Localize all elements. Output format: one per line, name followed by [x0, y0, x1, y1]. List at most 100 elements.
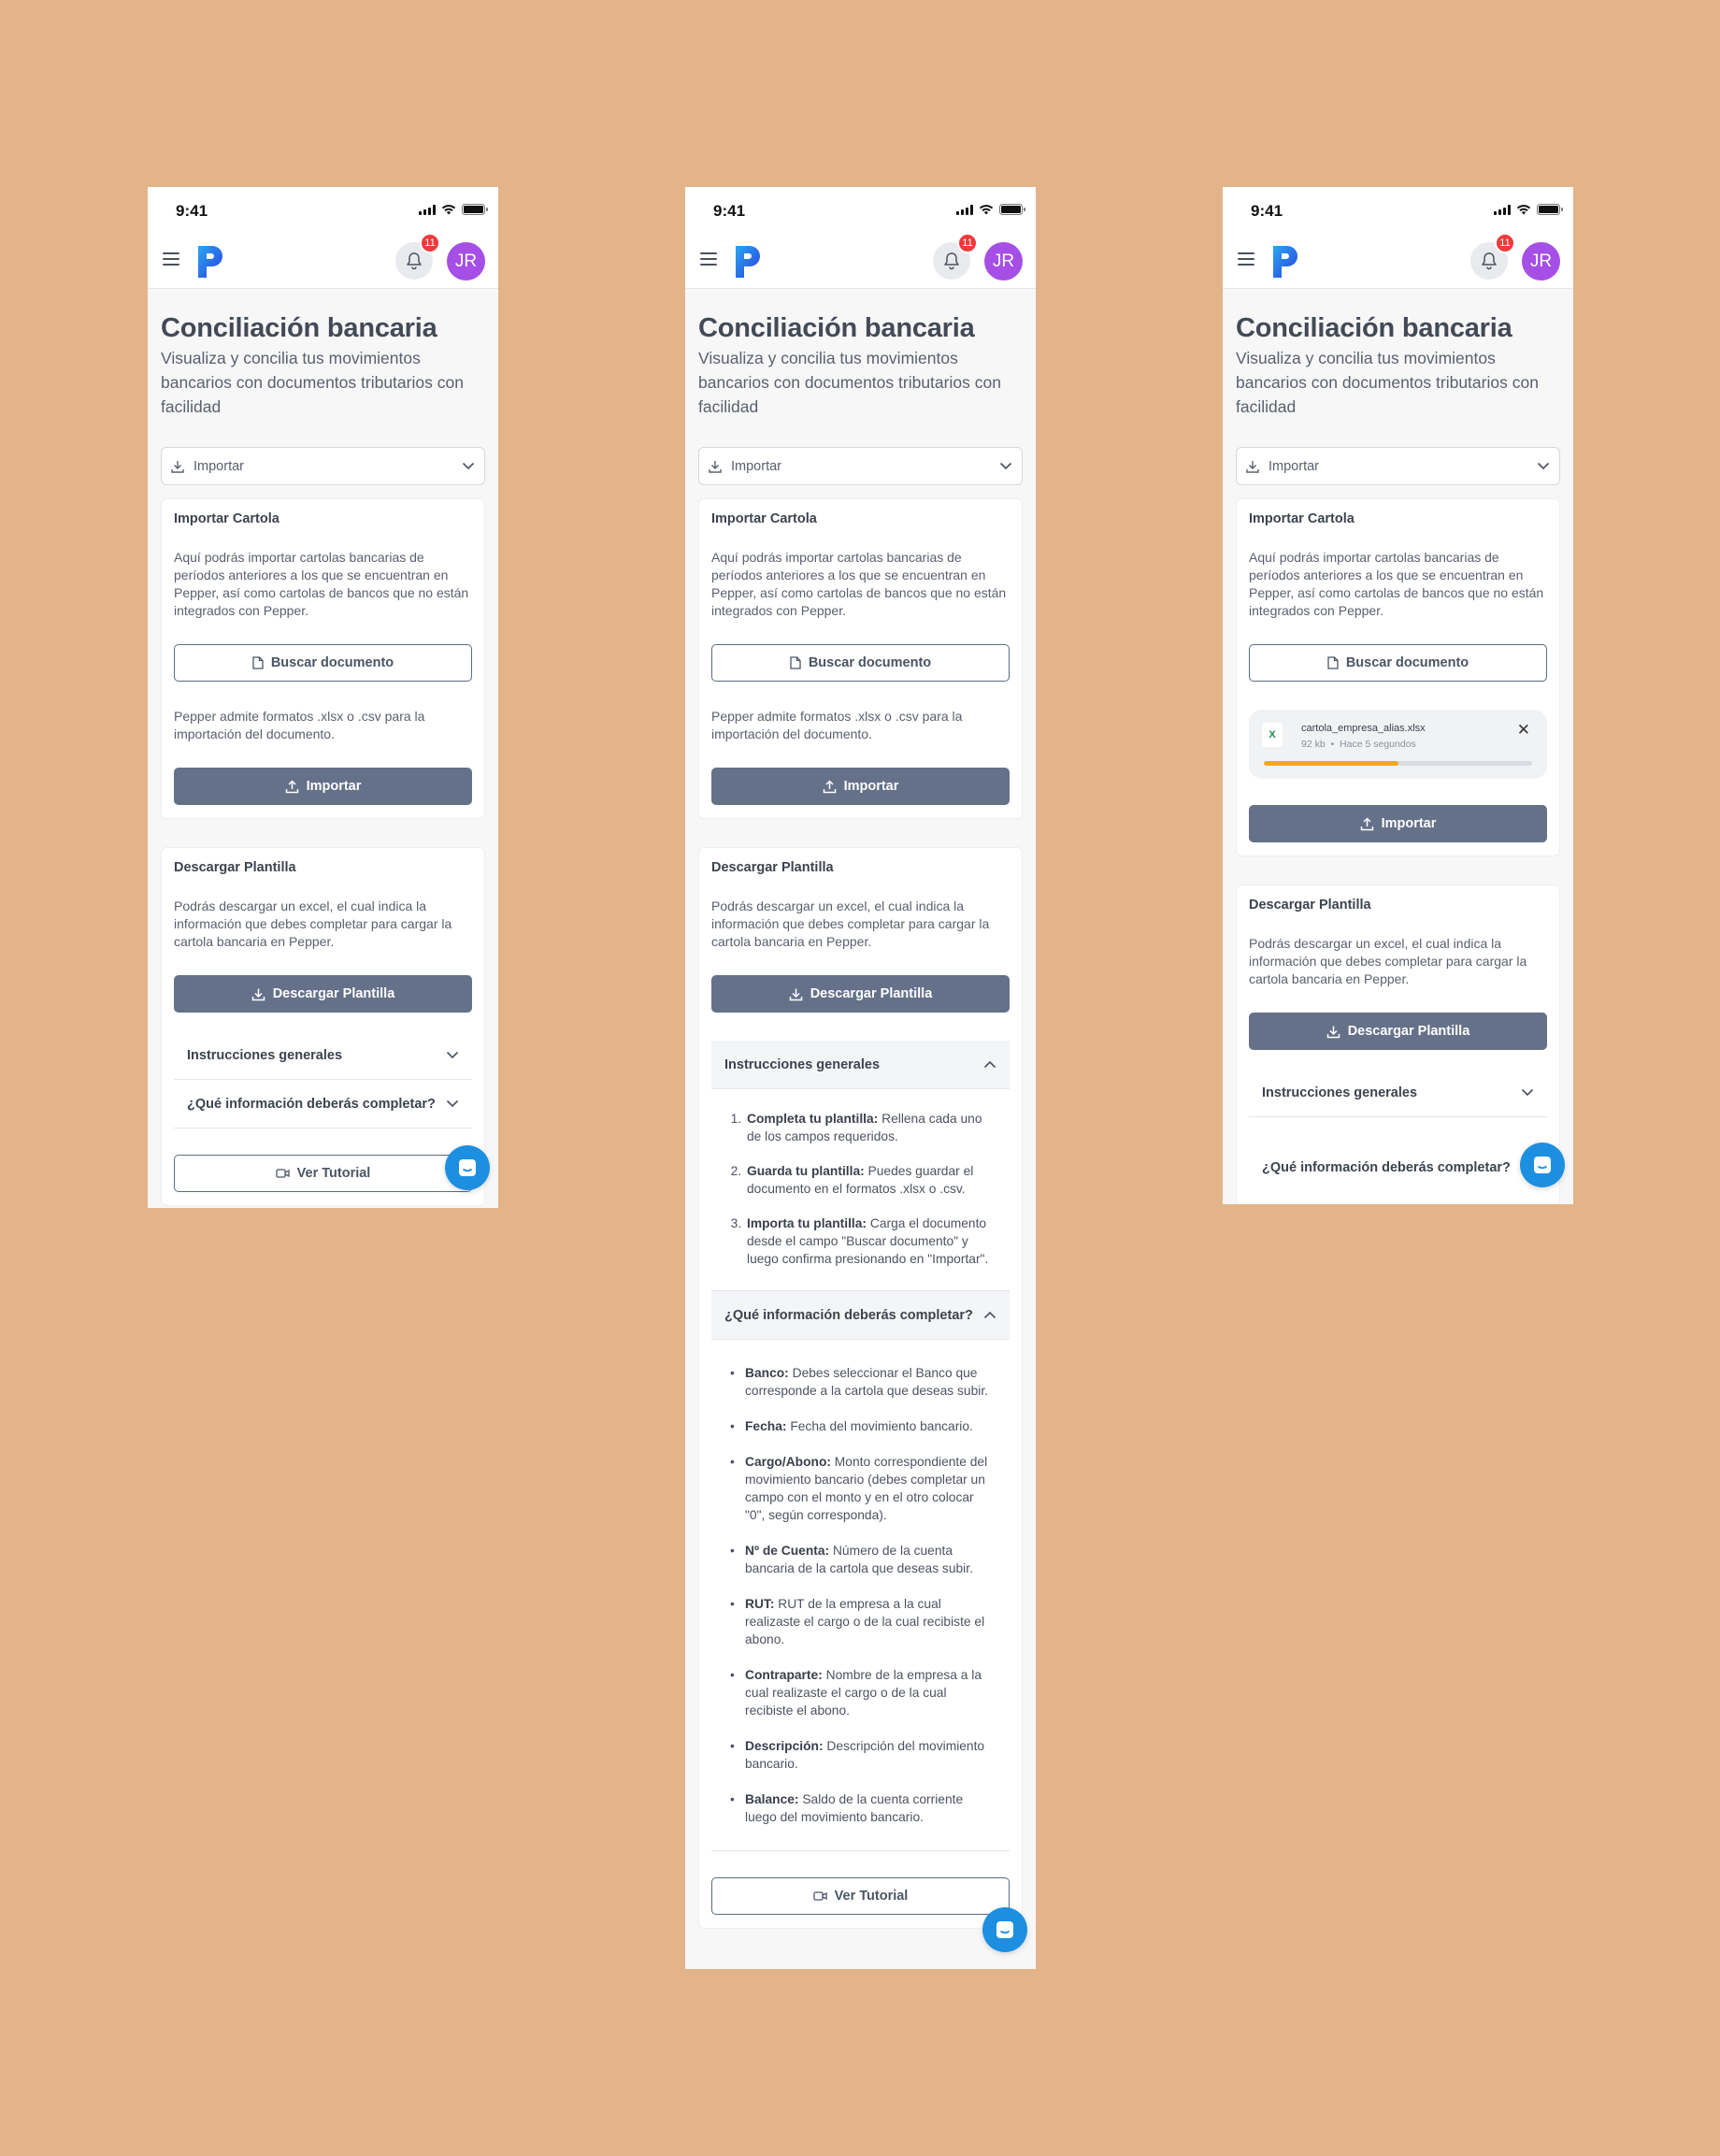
import-card-title: Importar Cartola: [174, 511, 280, 526]
menu-icon[interactable]: [1238, 252, 1254, 266]
remove-file-button[interactable]: ✕: [1517, 721, 1530, 740]
pepper-logo[interactable]: [1271, 244, 1301, 280]
list-item: Nº de Cuenta: Número de la cuenta bancar…: [730, 1542, 996, 1577]
upload-progress-bar: [1264, 761, 1532, 766]
accordion-required-info[interactable]: ¿Qué información deberás completar?: [711, 1291, 1010, 1340]
accordion-required-info[interactable]: ¿Qué información deberás completar?: [1249, 1117, 1547, 1204]
avatar[interactable]: JR: [1522, 242, 1560, 280]
tutorial-button[interactable]: Ver Tutorial: [174, 1155, 472, 1192]
phone-screen-expanded: 9:41 11 JR Conciliación bancaria Visuali…: [685, 187, 1036, 1969]
signal-icon: [956, 204, 973, 215]
accordion-info-title: ¿Qué información deberás completar?: [724, 1307, 973, 1323]
pepper-logo[interactable]: [196, 244, 226, 280]
import-button-label: Importar: [1381, 816, 1437, 831]
wifi-icon: [1516, 205, 1531, 215]
import-select-label: Importar: [1268, 458, 1319, 474]
upload-icon: [823, 779, 836, 793]
avatar[interactable]: JR: [447, 242, 485, 280]
import-select[interactable]: Importar: [698, 447, 1023, 485]
page-subtitle: Visualiza y concilia tus movimientos ban…: [161, 349, 464, 416]
accordion-required-info[interactable]: ¿Qué información deberás completar?: [174, 1080, 472, 1128]
document-icon: [790, 656, 801, 669]
formats-note: Pepper admite formatos .xlsx o .csv para…: [174, 709, 425, 741]
download-template-button[interactable]: Descargar Plantilla: [1249, 1013, 1547, 1050]
status-icons: [956, 204, 1025, 215]
battery-icon: [1537, 204, 1563, 215]
accordion-general-instructions[interactable]: Instrucciones generales: [174, 1031, 472, 1080]
file-time: Hace 5 segundos: [1340, 739, 1416, 750]
import-card-title: Importar Cartola: [1249, 511, 1354, 526]
chevron-down-icon: [446, 1100, 459, 1108]
chat-support-button[interactable]: [445, 1145, 490, 1190]
video-icon: [275, 1169, 290, 1178]
general-instructions-list: Completa tu plantilla: Rellena cada uno …: [724, 1110, 996, 1268]
accordion-general-title: Instrucciones generales: [724, 1056, 881, 1072]
accordion-info-title: ¿Qué información deberás completar?: [1262, 1159, 1511, 1175]
notification-badge: 11: [957, 233, 978, 253]
import-button[interactable]: Importar: [1249, 805, 1547, 842]
chevron-down-icon: [1521, 1088, 1534, 1097]
upload-icon: [1360, 816, 1373, 830]
accordion-general-title: Instrucciones generales: [187, 1047, 343, 1063]
notifications-button[interactable]: 11: [1470, 233, 1515, 280]
download-template-button[interactable]: Descargar Plantilla: [711, 975, 1010, 1013]
list-item: Descripción: Descripción del movimiento …: [730, 1737, 996, 1773]
required-info-list: Banco: Debes seleccionar el Banco que co…: [724, 1364, 996, 1826]
signal-icon: [1494, 204, 1511, 215]
page-subtitle: Visualiza y concilia tus movimientos ban…: [698, 349, 1001, 416]
chat-icon: [459, 1159, 476, 1176]
accordion-info-body: Banco: Debes seleccionar el Banco que co…: [711, 1340, 1010, 1851]
bell-icon: [1482, 252, 1497, 270]
template-card-title: Descargar Plantilla: [174, 860, 296, 875]
search-document-label: Buscar documento: [808, 655, 932, 670]
status-icons: [1494, 204, 1563, 215]
notifications-button[interactable]: 11: [395, 233, 440, 280]
avatar[interactable]: JR: [984, 242, 1023, 280]
import-card-description: Aquí podrás importar cartolas bancarias …: [1249, 550, 1544, 618]
search-document-button[interactable]: Buscar documento: [174, 644, 472, 682]
app-bar: 11 JR: [1223, 231, 1573, 289]
chat-support-button[interactable]: [1520, 1143, 1565, 1187]
document-icon: [252, 656, 264, 669]
template-card-title: Descargar Plantilla: [711, 860, 834, 875]
pepper-logo[interactable]: [734, 244, 764, 280]
import-button[interactable]: Importar: [711, 768, 1010, 805]
download-icon: [171, 460, 184, 473]
download-icon: [251, 988, 265, 1000]
status-time: 9:41: [713, 202, 746, 220]
import-select[interactable]: Importar: [161, 447, 485, 485]
accordion-general-body: Completa tu plantilla: Rellena cada uno …: [711, 1089, 1010, 1291]
notification-badge: 11: [1495, 233, 1515, 253]
uploaded-file-card: X cartola_empresa_alias.xlsx 92 kb • Hac…: [1249, 710, 1547, 779]
chat-icon: [1534, 1157, 1551, 1173]
tutorial-button[interactable]: Ver Tutorial: [711, 1877, 1010, 1915]
bell-icon: [407, 252, 422, 270]
menu-icon[interactable]: [163, 252, 179, 266]
list-item: Importa tu plantilla: Carga el documento…: [745, 1215, 996, 1268]
bell-icon: [944, 252, 959, 270]
download-template-label: Descargar Plantilla: [1347, 1024, 1470, 1039]
template-card-description: Podrás descargar un excel, el cual indic…: [1249, 936, 1527, 986]
page-title: Conciliación bancaria: [698, 313, 975, 343]
download-template-button[interactable]: Descargar Plantilla: [174, 975, 472, 1013]
import-select[interactable]: Importar: [1236, 447, 1560, 485]
import-button-label: Importar: [306, 779, 362, 794]
search-document-button[interactable]: Buscar documento: [1249, 644, 1547, 682]
search-document-button[interactable]: Buscar documento: [711, 644, 1010, 682]
chat-support-button[interactable]: [982, 1907, 1027, 1952]
accordion-general-instructions[interactable]: Instrucciones generales: [711, 1041, 1010, 1089]
template-card-description: Podrás descargar un excel, el cual indic…: [174, 898, 452, 949]
import-card: Importar Cartola Aquí podrás importar ca…: [698, 498, 1023, 819]
download-icon: [1326, 1026, 1340, 1038]
chevron-down-icon: [446, 1051, 459, 1059]
notifications-button[interactable]: 11: [933, 233, 978, 280]
template-card-title: Descargar Plantilla: [1249, 898, 1371, 913]
list-item: Fecha: Fecha del movimiento bancario.: [730, 1417, 996, 1435]
menu-icon[interactable]: [700, 252, 717, 266]
template-card: Descargar Plantilla Podrás descargar un …: [698, 847, 1023, 1929]
import-button[interactable]: Importar: [174, 768, 472, 805]
upload-icon: [285, 779, 298, 793]
chat-icon: [996, 1921, 1013, 1938]
accordion-general-instructions[interactable]: Instrucciones generales: [1249, 1069, 1547, 1117]
import-select-label: Importar: [731, 458, 781, 474]
